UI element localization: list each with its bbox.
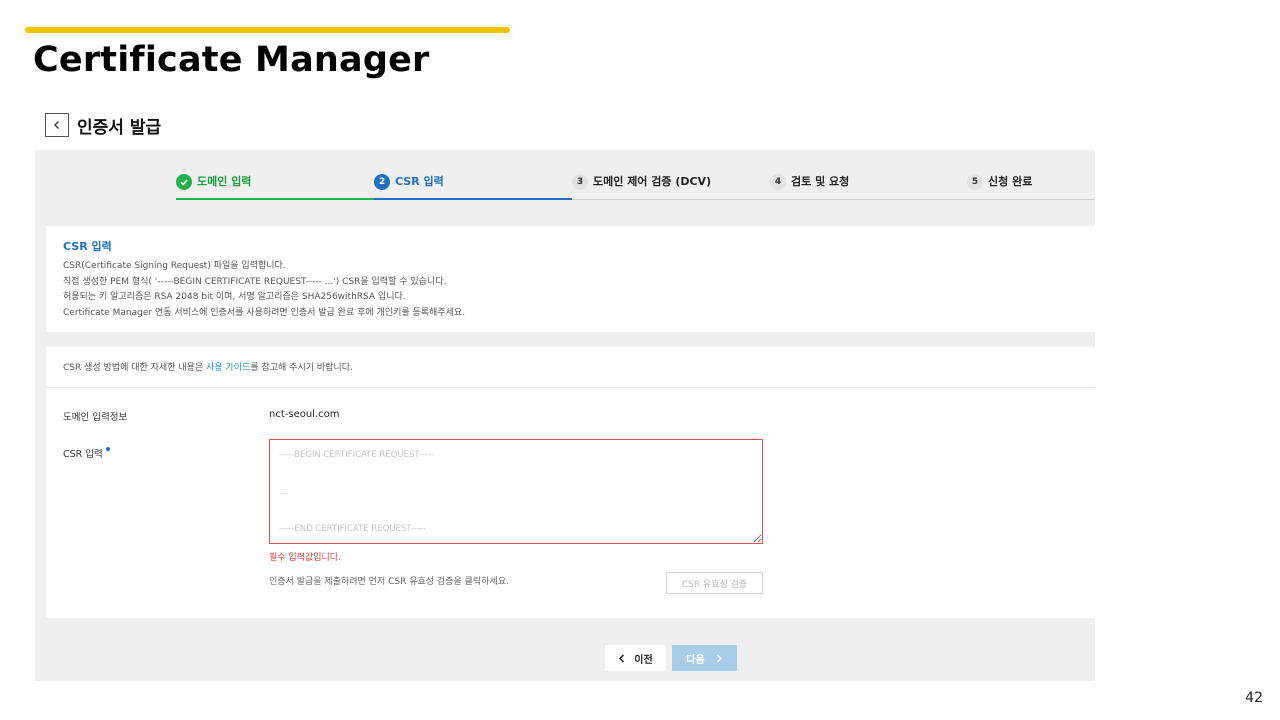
step-progress-active [374,198,572,200]
slide-title: Certificate Manager [33,40,430,80]
info-line: 허용되는 키 알고리즘은 RSA 2048 bit 이며, 서명 알고리즘은 S… [63,292,406,302]
csr-input-field[interactable] [269,439,763,544]
console-area: 도메인 입력 2 CSR 입력 3 도메인 제어 검증 (DCV) 4 검토 및… [35,150,1095,681]
step-label: CSR 입력 [395,175,444,188]
info-line: 직접 생성한 PEM 형식( '-----BEGIN CERTIFICATE R… [63,276,447,287]
helper-text: 인증서 발급을 제출하려면 먼저 CSR 유효성 검증을 클릭하세요. [269,577,509,587]
chevron-left-icon [54,121,59,129]
info-line: Certificate Manager 연동 서비스에 인증서를 사용하려면 인… [63,307,466,318]
step-domain-input: 도메인 입력 [176,174,251,200]
step-number: 2 [374,174,390,190]
info-line: CSR(Certificate Signing Request) 파일을 입력합… [63,261,286,271]
domain-info-label: 도메인 입력정보 [63,412,128,423]
required-indicator [105,447,110,451]
guide-text-prefix: CSR 생성 방법에 대한 자세한 내용은 [63,363,207,373]
csr-validate-button[interactable]: CSR 유효성 검증 [666,572,763,594]
step-label: 검토 및 요청 [791,175,850,188]
chevron-right-icon [716,653,722,663]
step-check-icon [176,174,192,190]
prev-button[interactable]: 이전 [605,645,666,671]
next-button[interactable]: 다음 [672,645,737,671]
step-number: 4 [770,174,786,190]
guide-text-suffix: 를 참고해 주시기 바랍니다. [250,363,353,373]
chevron-left-icon [619,653,625,663]
accent-bar [25,27,510,33]
info-title: CSR 입력 [63,240,112,253]
stepper: 도메인 입력 2 CSR 입력 3 도메인 제어 검증 (DCV) 4 검토 및… [176,170,1095,200]
guide-row: CSR 생성 방법에 대한 자세한 내용은 사용 가이드를 참고해 주시기 바랍… [46,347,1095,388]
step-csr-input: 2 CSR 입력 [374,174,444,200]
step-progress-done [176,198,374,200]
step-label: 도메인 입력 [197,175,252,188]
step-number: 5 [967,174,983,190]
csr-input-label: CSR 입력 [63,446,110,460]
user-guide-link[interactable]: 사용 가이드 [206,363,250,373]
back-button[interactable] [45,113,69,137]
step-number: 3 [572,174,588,190]
page-number: 42 [1245,690,1263,706]
domain-value: nct-seoul.com [269,409,340,420]
prev-label: 이전 [634,654,653,666]
next-label: 다음 [686,654,705,666]
error-message: 필수 입력값입니다. [269,553,341,563]
form-panel: CSR 생성 방법에 대한 자세한 내용은 사용 가이드를 참고해 주시기 바랍… [46,347,1095,618]
step-review: 4 검토 및 요청 [770,174,849,200]
slide: Certificate Manager 인증서 발급 도메인 입력 2 CSR … [0,0,1280,720]
page-title: 인증서 발급 [77,118,162,138]
csr-label-text: CSR 입력 [63,449,103,460]
step-label: 신청 완료 [988,175,1033,188]
step-complete: 5 신청 완료 [967,174,1032,200]
info-panel: CSR 입력 CSR(Certificate Signing Request) … [46,226,1095,332]
step-label: 도메인 제어 검증 (DCV) [593,175,712,188]
step-dcv: 3 도메인 제어 검증 (DCV) [572,174,711,200]
